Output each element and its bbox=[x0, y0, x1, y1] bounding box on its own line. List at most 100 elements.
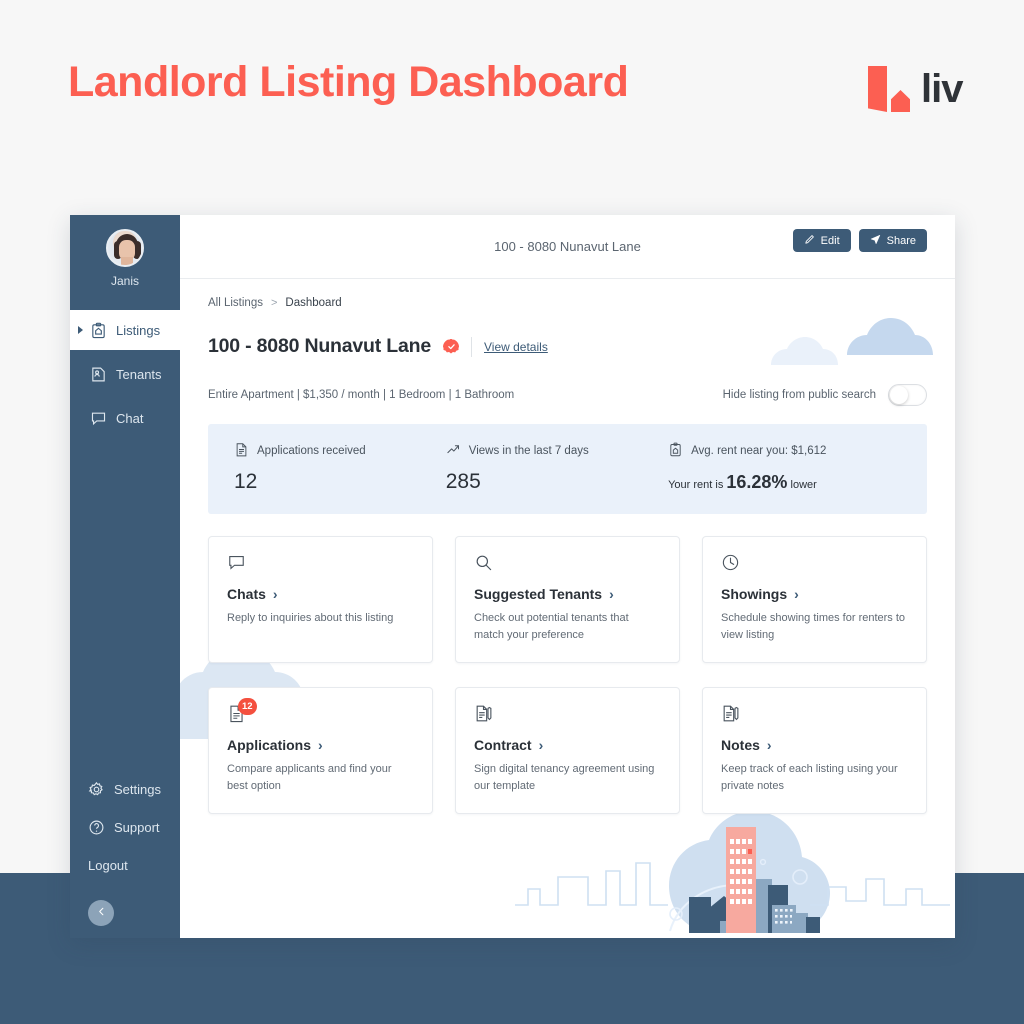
sidebar-nav: Listings Tenants Chat bbox=[70, 310, 180, 438]
rent-compare-prefix: Your rent is bbox=[668, 479, 724, 491]
sidebar: Janis Listings Tenants Chat Settings Sup… bbox=[70, 215, 180, 938]
notes-pen-icon bbox=[721, 704, 740, 726]
logo-house-shape bbox=[891, 90, 910, 112]
avatar-neck bbox=[121, 257, 133, 265]
app-window: Janis Listings Tenants Chat Settings Sup… bbox=[70, 215, 955, 938]
card-description: Compare applicants and find your best op… bbox=[227, 763, 392, 793]
stat-value: 285 bbox=[445, 470, 481, 493]
stat-header: Avg. rent near you: $1,612 bbox=[668, 442, 901, 460]
sidebar-bottom-nav: Settings Support Logout bbox=[70, 772, 180, 938]
card-contract[interactable]: Contract › Sign digital tenancy agreemen… bbox=[455, 687, 680, 815]
card-title-row: Contract › bbox=[474, 737, 661, 753]
card-description: Schedule showing times for renters to vi… bbox=[721, 612, 906, 642]
card-title: Showings bbox=[721, 586, 788, 602]
breadcrumb-current: Dashboard bbox=[285, 297, 342, 309]
search-icon bbox=[474, 553, 493, 575]
card-description: Check out potential tenants that match y… bbox=[474, 612, 629, 642]
sidebar-item-label: Settings bbox=[114, 781, 161, 797]
card-title: Contract bbox=[474, 737, 532, 754]
card-applications[interactable]: 12 Applications › Compare applicants and… bbox=[208, 687, 433, 815]
sidebar-item-listings[interactable]: Listings bbox=[70, 310, 180, 350]
sidebar-item-tenants[interactable]: Tenants bbox=[70, 354, 180, 394]
pencil-icon bbox=[804, 234, 815, 248]
card-title: Chats bbox=[227, 586, 266, 602]
liv-logo-mark bbox=[868, 66, 910, 112]
avatar[interactable] bbox=[106, 229, 144, 267]
toggle-knob bbox=[890, 386, 908, 404]
edit-button-label: Edit bbox=[820, 234, 840, 247]
card-title-row: Showings › bbox=[721, 586, 908, 602]
chevron-right-icon: › bbox=[538, 737, 544, 754]
sidebar-item-logout[interactable]: Logout bbox=[70, 848, 180, 882]
share-button-label: Share bbox=[886, 234, 916, 247]
profile-name: Janis bbox=[110, 274, 139, 288]
liv-logo-wordmark: liv bbox=[921, 67, 963, 111]
main-panel: 100 - 8080 Nunavut Lane Edit Share All L… bbox=[180, 215, 955, 938]
card-title: Notes bbox=[721, 737, 760, 754]
breadcrumb-all-listings[interactable]: All Listings bbox=[208, 297, 263, 309]
card-title: Applications bbox=[227, 737, 312, 754]
chevron-right-icon: › bbox=[318, 737, 323, 754]
active-caret-icon bbox=[78, 326, 83, 334]
view-details-link[interactable]: View details bbox=[484, 340, 548, 354]
clock-icon bbox=[721, 553, 740, 575]
card-title-row: Applications › bbox=[227, 737, 414, 753]
sidebar-item-settings[interactable]: Settings bbox=[70, 772, 180, 806]
card-title-row: Chats › bbox=[227, 586, 414, 602]
rent-compare-percent: 16.28% bbox=[726, 472, 788, 492]
card-description: Reply to inquiries about this listing bbox=[227, 612, 394, 624]
card-showings[interactable]: Showings › Schedule showing times for re… bbox=[702, 536, 927, 664]
gear-icon bbox=[88, 781, 105, 798]
chevron-left-icon bbox=[96, 904, 107, 922]
chevron-right-icon: › bbox=[766, 737, 772, 754]
chevron-right-icon: › bbox=[794, 586, 799, 602]
stat-value: 12 bbox=[234, 470, 258, 493]
title-divider bbox=[471, 336, 472, 357]
chevron-right-icon: > bbox=[270, 297, 278, 309]
chevron-right-icon: › bbox=[609, 586, 614, 602]
topbar-title: 100 - 8080 Nunavut Lane bbox=[494, 239, 641, 254]
rent-compare-suffix: lower bbox=[790, 479, 817, 491]
application-document-icon: 12 bbox=[227, 698, 257, 726]
tenant-document-icon bbox=[90, 366, 107, 383]
sidebar-item-label: Logout bbox=[88, 857, 128, 873]
clipboard-home-icon bbox=[90, 322, 107, 339]
hide-listing-control: Hide listing from public search bbox=[723, 384, 927, 406]
sidebar-collapse-button[interactable] bbox=[88, 900, 114, 926]
card-notes[interactable]: Notes › Keep track of each listing using… bbox=[702, 687, 927, 815]
sidebar-item-label: Listings bbox=[116, 322, 161, 338]
content-area: All Listings > Dashboard 100 - 8080 Nuna… bbox=[180, 279, 955, 815]
hide-listing-label: Hide listing from public search bbox=[722, 389, 876, 401]
applications-count-badge: 12 bbox=[238, 698, 257, 716]
stat-label: Views in the last 7 days bbox=[468, 445, 589, 457]
listing-title-row: 100 - 8080 Nunavut Lane View details bbox=[208, 335, 927, 358]
contract-pen-icon bbox=[474, 704, 493, 726]
liv-logo: liv bbox=[868, 66, 963, 112]
stat-applications-received: Applications received 12 bbox=[234, 442, 446, 494]
card-description: Sign digital tenancy agreement using our… bbox=[474, 763, 655, 793]
stat-label: Applications received bbox=[257, 445, 366, 457]
sidebar-item-chat[interactable]: Chat bbox=[70, 398, 180, 438]
stat-header: Views in the last 7 days bbox=[446, 442, 668, 460]
card-description: Keep track of each listing using your pr… bbox=[721, 763, 898, 793]
hide-listing-toggle[interactable] bbox=[888, 384, 927, 406]
logo-bar-shape bbox=[868, 66, 887, 112]
city-skyline-illustration bbox=[515, 813, 950, 933]
listing-meta-row: Entire Apartment | $1,350 / month | 1 Be… bbox=[208, 384, 927, 406]
stat-header: Applications received bbox=[234, 442, 446, 460]
feature-card-grid: Chats › Reply to inquiries about this li… bbox=[208, 536, 927, 815]
verified-check-icon bbox=[443, 338, 459, 354]
stat-label: Avg. rent near you: $1,612 bbox=[691, 445, 827, 457]
edit-button[interactable]: Edit bbox=[792, 229, 851, 252]
application-document-icon bbox=[234, 442, 249, 460]
sidebar-item-support[interactable]: Support bbox=[70, 810, 180, 844]
chat-bubble-icon bbox=[227, 553, 246, 575]
sidebar-profile[interactable]: Janis bbox=[70, 215, 180, 288]
sidebar-item-label: Chat bbox=[116, 410, 144, 426]
card-suggested-tenants[interactable]: Suggested Tenants › Check out potential … bbox=[455, 536, 680, 664]
card-chats[interactable]: Chats › Reply to inquiries about this li… bbox=[208, 536, 433, 664]
share-button[interactable]: Share bbox=[858, 229, 927, 252]
action-buttons: Edit Share bbox=[792, 229, 927, 252]
sidebar-item-label: Tenants bbox=[116, 366, 162, 382]
stat-avg-rent-near-you: Avg. rent near you: $1,612 Your rent is … bbox=[668, 442, 901, 494]
